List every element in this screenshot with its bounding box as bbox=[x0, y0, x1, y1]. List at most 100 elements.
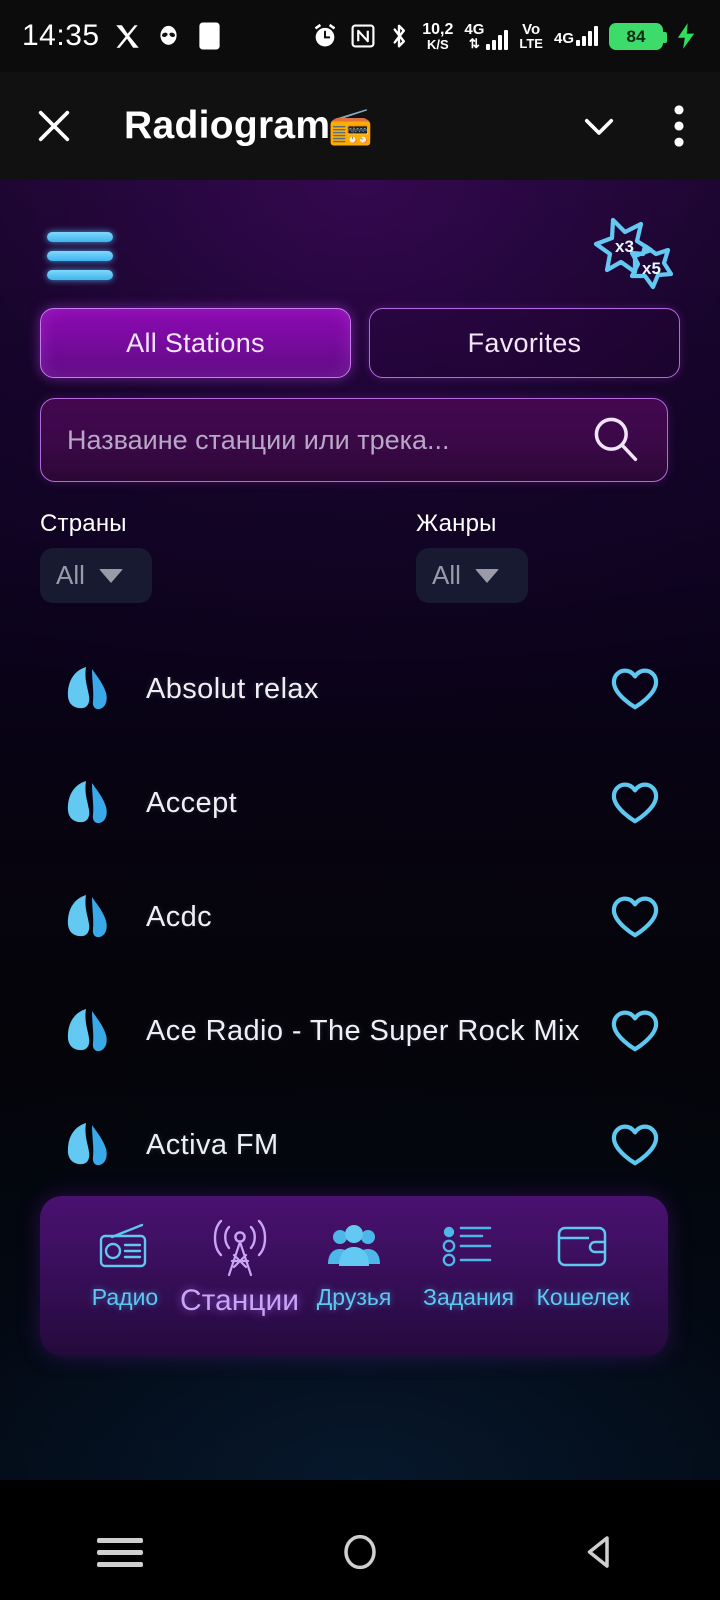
radio-icon bbox=[96, 1216, 154, 1276]
sim1-data-arrows: ⇅ bbox=[468, 36, 480, 52]
tab-all-stations[interactable]: All Stations bbox=[40, 308, 351, 378]
nav-item-tasks[interactable]: Задания bbox=[414, 1216, 524, 1311]
station-name: Absolut relax bbox=[146, 672, 319, 705]
table-row[interactable]: Ace Radio - The Super Rock Mix bbox=[0, 974, 720, 1088]
countries-dropdown[interactable]: All bbox=[40, 548, 152, 603]
filter-row: Страны All Жанры All bbox=[0, 510, 720, 620]
station-note-icon bbox=[62, 663, 114, 715]
nav-item-radio-label: Радио bbox=[91, 1284, 159, 1310]
sim1-network-label: 4G ⇅ bbox=[464, 20, 485, 52]
favorite-heart-icon[interactable] bbox=[610, 1122, 660, 1168]
favorite-heart-icon[interactable] bbox=[610, 1008, 660, 1054]
page-title-text: Radiogram bbox=[124, 104, 331, 147]
status-bar-right: 10,2 K/S 4G ⇅ Vo LTE 4G 84 bbox=[311, 20, 698, 52]
page-title: Radiogram 📻 bbox=[124, 104, 374, 148]
x-app-icon bbox=[114, 23, 141, 50]
sim2-signal-bars bbox=[576, 26, 598, 46]
station-note-icon bbox=[62, 1119, 114, 1171]
tab-favorites[interactable]: Favorites bbox=[369, 308, 680, 378]
sim2-network-type: 4G bbox=[553, 29, 574, 47]
hamburger-menu-icon[interactable] bbox=[47, 230, 113, 282]
countries-filter-label: Страны bbox=[40, 510, 127, 537]
genres-filter: Жанры All bbox=[416, 510, 676, 603]
radio-emoji-icon: 📻 bbox=[328, 105, 374, 146]
alarm-clock-icon bbox=[311, 22, 339, 50]
search-icon[interactable] bbox=[589, 412, 641, 469]
bonus-multiplier-2: x5 bbox=[642, 259, 661, 278]
sim2-signal-indicator: 4G bbox=[554, 26, 598, 46]
sim2-network-label: 4G bbox=[553, 29, 574, 47]
search-input[interactable] bbox=[67, 424, 589, 456]
back-triangle-icon[interactable] bbox=[555, 1522, 645, 1582]
station-note-icon bbox=[62, 1005, 114, 1057]
content-toolbar: x3 x5 bbox=[0, 217, 720, 300]
antenna-tower-icon bbox=[205, 1216, 275, 1280]
volte-label-bottom: LTE bbox=[519, 36, 543, 52]
favorite-heart-icon[interactable] bbox=[610, 894, 660, 940]
bluetooth-icon bbox=[387, 22, 411, 50]
nav-item-stations-label: Станции bbox=[179, 1284, 300, 1317]
bonus-multiplier-1: x3 bbox=[615, 237, 634, 256]
app-content: x3 x5 All Stations Favorites Назваине ст… bbox=[0, 180, 720, 1480]
status-time: 14:35 bbox=[22, 19, 100, 52]
sim1-signal-indicator: 4G ⇅ bbox=[464, 20, 509, 52]
nav-item-radio[interactable]: Радио bbox=[70, 1216, 180, 1311]
countries-filter: Страны All bbox=[40, 510, 300, 603]
recents-icon[interactable] bbox=[75, 1522, 165, 1582]
tab-favorites-label: Favorites bbox=[467, 327, 582, 358]
android-navigation-bar bbox=[0, 1504, 720, 1600]
favorite-heart-icon[interactable] bbox=[610, 666, 660, 712]
table-row[interactable]: Acdc bbox=[0, 860, 720, 974]
close-button[interactable] bbox=[34, 106, 74, 146]
nav-item-friends-label: Друзья bbox=[316, 1284, 392, 1310]
bottom-navigation: Радио Станции Друзья Задания Кошелек bbox=[40, 1196, 668, 1356]
sim1-signal-bars bbox=[486, 30, 509, 51]
battery-indicator: 84 bbox=[609, 22, 667, 50]
station-name: Activa FM bbox=[146, 1128, 279, 1161]
alien-notification-icon bbox=[155, 23, 182, 50]
station-note-icon bbox=[62, 777, 114, 829]
volte-indicator: Vo LTE bbox=[519, 20, 543, 52]
chevron-down-icon bbox=[474, 568, 499, 583]
station-name: Ace Radio - The Super Rock Mix bbox=[146, 1014, 580, 1047]
tab-all-stations-label: All Stations bbox=[126, 327, 265, 358]
genres-dropdown[interactable]: All bbox=[416, 548, 528, 603]
white-square-icon bbox=[196, 21, 223, 51]
network-speed-unit: K/S bbox=[426, 36, 449, 52]
nfc-icon bbox=[350, 23, 376, 49]
home-circle-icon[interactable] bbox=[315, 1522, 405, 1582]
station-note-icon bbox=[62, 891, 114, 943]
station-name: Acdc bbox=[146, 900, 213, 933]
friends-icon bbox=[325, 1216, 383, 1276]
network-speed-value: 10,2 bbox=[422, 20, 454, 38]
table-row[interactable]: Activa FM bbox=[0, 1088, 720, 1202]
status-bar: 14:35 10,2 K/S 4G ⇅ Vo LTE 4G 84 bbox=[0, 0, 720, 72]
table-row[interactable]: Absolut relax bbox=[0, 632, 720, 746]
table-row[interactable]: Accept bbox=[0, 746, 720, 860]
double-star-badge-icon[interactable]: x3 x5 bbox=[583, 210, 675, 296]
volte-label-top: Vo bbox=[522, 20, 541, 38]
search-bar[interactable] bbox=[40, 398, 668, 482]
station-name: Accept bbox=[146, 786, 238, 819]
app-header: Radiogram 📻 bbox=[0, 72, 720, 180]
genres-dropdown-value: All bbox=[432, 560, 461, 590]
favorite-heart-icon[interactable] bbox=[610, 780, 660, 826]
collapse-button[interactable] bbox=[578, 105, 620, 147]
countries-dropdown-value: All bbox=[56, 560, 85, 590]
nav-item-wallet[interactable]: Кошелек bbox=[528, 1216, 638, 1311]
nav-item-friends[interactable]: Друзья bbox=[299, 1216, 409, 1311]
charging-bolt-icon bbox=[674, 22, 698, 50]
tab-bar: All Stations Favorites bbox=[40, 308, 680, 378]
phone-screen: 14:35 10,2 K/S 4G ⇅ Vo LTE 4G 84 Radiogr… bbox=[0, 0, 720, 1600]
overflow-menu-button[interactable] bbox=[672, 104, 686, 148]
status-bar-left: 14:35 bbox=[22, 19, 223, 53]
sim1-network-type: 4G bbox=[464, 20, 485, 38]
genres-filter-label: Жанры bbox=[416, 510, 497, 537]
chevron-down-icon bbox=[98, 568, 123, 583]
network-speed-indicator: 10,2 K/S bbox=[422, 20, 454, 52]
battery-percent: 84 bbox=[626, 26, 646, 46]
tasks-list-icon bbox=[440, 1216, 498, 1276]
nav-item-stations[interactable]: Станции bbox=[180, 1216, 299, 1318]
wallet-icon bbox=[555, 1216, 611, 1276]
nav-item-tasks-label: Задания bbox=[423, 1284, 514, 1310]
